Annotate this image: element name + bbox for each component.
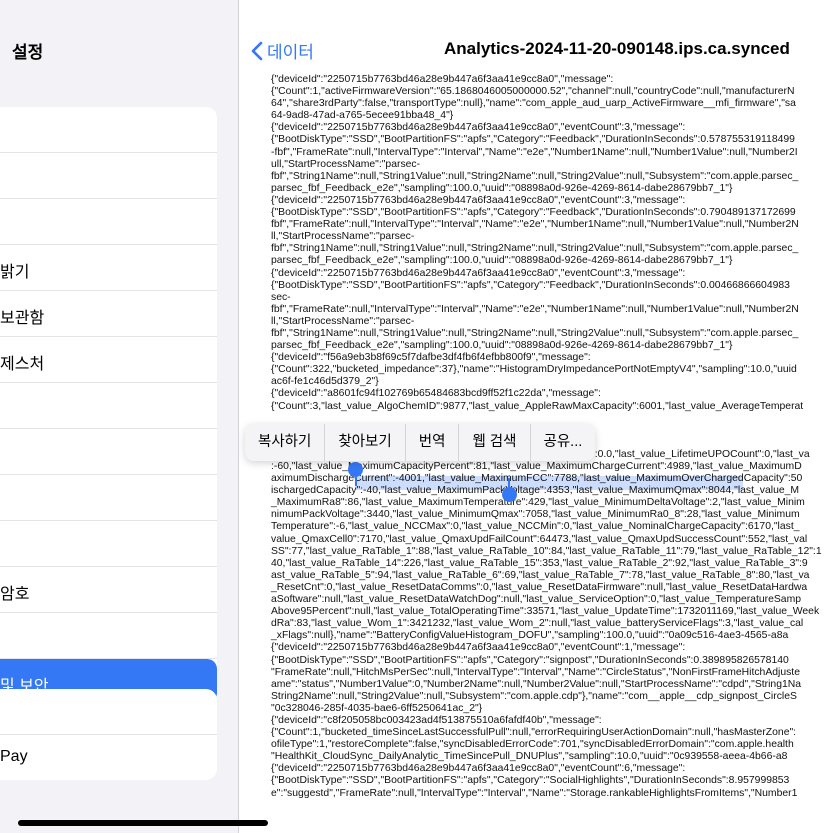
log-line: {"deviceId":"2250715b7763bd46a28e9b447a6… (271, 642, 686, 654)
home-indicator[interactable] (18, 820, 268, 826)
selection-end-handle[interactable] (502, 487, 517, 502)
sidebar-item-apple-pay[interactable]: Pay (0, 735, 217, 780)
selection-start-handle[interactable] (348, 462, 363, 477)
log-line: {"deviceId":"2250715b7763bd46a28e9b447a6… (271, 74, 614, 85)
sidebar-title: 설정 (12, 43, 44, 62)
menu-look-up[interactable]: 찾아보기 (325, 424, 406, 461)
log-line: {"BootDiskType":"SSD","BootPartitionFS":… (271, 775, 790, 787)
log-line: value_QmaxCell0":7170,"last_value_QmaxUp… (271, 533, 808, 545)
nav-bar: 데이터 Analytics-2024-11-20-090148.ips.ca.s… (239, 0, 833, 74)
log-line: ofileType":1,"restoreComplete":false,"sy… (271, 739, 794, 751)
log-line: fbf","FrameRate":null,"IntervalType":"In… (271, 303, 799, 315)
settings-group-2: Pay (0, 689, 217, 780)
sidebar-item-brightness[interactable]: 밝기 (0, 245, 217, 291)
log-line: {"Count":3,"last_value_AlgoChemID":9877,… (271, 400, 804, 412)
log-line: e":"suggestd","FrameRate":null,"Interval… (271, 787, 798, 799)
log-line: ac6f-fe1c46d5d379_2"} (271, 376, 379, 388)
log-line: {"deviceId":"2250715b7763bd46a28e9b447a6… (271, 122, 686, 134)
log-line: ll,"StartProcessName":"parsec- (271, 315, 415, 327)
log-line: "HealthKit_CloudSync_DailyAnalytic_TimeS… (271, 751, 788, 763)
sidebar-item-8[interactable] (0, 475, 217, 521)
back-label: 데이터 (267, 43, 314, 62)
settings-group-1: 밝기 보관함 제스처 암호 및 보안 (0, 107, 217, 704)
log-line: ull,"StartProcessName":"parsec- (271, 158, 421, 170)
log-line: "0c328046-285f-4035-bae6-6ff5250641ac_2"… (271, 702, 483, 714)
log-line: _xFlags":null},"name":"BatteryConfigValu… (271, 630, 789, 642)
chevron-left-icon (251, 41, 263, 60)
log-line: ame":"status","Number1Value":0,"Number2N… (271, 678, 802, 690)
log-line: {"deviceId":"2250715b7763bd46a28e9b447a6… (271, 763, 686, 775)
sidebar-item-0[interactable] (0, 107, 217, 153)
log-line: fbf","FrameRate":null,"IntervalType":"In… (271, 219, 799, 231)
log-line: -fbf","FrameRate":null,"IntervalType":"I… (271, 146, 798, 158)
detail-pane: 데이터 Analytics-2024-11-20-090148.ips.ca.s… (239, 0, 833, 833)
log-line: 64-9ad8-47ad-a765-5ecee91bba48_4"} (271, 110, 454, 122)
back-button[interactable]: 데이터 (251, 38, 314, 63)
log-line: Temperature":-6,"last_value_NCCMax":0,"l… (271, 521, 800, 533)
edit-menu: 복사하기 찾아보기 번역 웹 검색 공유... (245, 424, 596, 461)
log-line: "FrameRate":null,"HitchMsPerSec":null,"I… (271, 666, 800, 678)
log-line: Above95Percent":null,"last_value_TotalOp… (271, 606, 820, 618)
sidebar-item-6[interactable] (0, 383, 217, 429)
log-line: ast_value_RaTable_5":94,"last_value_RaTa… (271, 569, 810, 581)
log-line: _ResetCnt":0,"last_value_ResetDataComms"… (271, 581, 808, 593)
log-line: aSoftware":null,"last_value_ResetDataWat… (271, 594, 802, 606)
sidebar-item-7[interactable] (0, 429, 217, 475)
log-line: parsec_fbf_Feedback_e2e","sampling":100.… (271, 255, 733, 267)
log-line: fbf","String1Name":null,"String1Value":n… (271, 170, 799, 182)
log-line: parsec_fbf_Feedback_e2e","sampling":100.… (271, 340, 733, 352)
sidebar-item-9[interactable] (0, 521, 217, 567)
log-line: 64","share3rdParty":false,"transportType… (271, 98, 796, 110)
menu-share[interactable]: 공유... (531, 424, 596, 461)
log-line: {"deviceId":"f56a9eb3b8f69c5f7dafbe3df4f… (271, 352, 591, 364)
log-line: {"Count":1,"activeFirmwareVersion":"65.1… (271, 86, 795, 98)
log-line: 40,"last_value_RaTable_14":226,"last_val… (271, 557, 808, 569)
sidebar-item-2[interactable] (0, 199, 217, 245)
log-line: ischargedCapacity":-40,"last_value_Maxim… (271, 485, 800, 497)
log-line: ll,"StartProcessName":"parsec- (271, 231, 415, 243)
menu-translate[interactable]: 번역 (406, 424, 460, 461)
log-line: {"BootDiskType":"SSD","BootPartitionFS":… (271, 207, 796, 219)
settings-sidebar: 설정 밝기 보관함 제스처 암호 및 보안 Pay (0, 0, 239, 833)
sidebar-item-passcode[interactable]: 암호 (0, 567, 217, 613)
sidebar-item-storage[interactable]: 보관함 (0, 291, 217, 337)
log-line: String2Name":null,"String2Value":null,"S… (271, 690, 797, 702)
log-line: {"BootDiskType":"SSD","BootPartitionFS":… (271, 279, 790, 291)
log-line: nimumPackVoltage":3440,"last_value_Minim… (271, 509, 800, 521)
log-line: {"BootDiskType":"SSD","BootPartitionFS":… (271, 654, 789, 666)
menu-web-search[interactable]: 웹 검색 (459, 424, 531, 461)
log-line: sec- (271, 291, 291, 303)
log-line: {"Count":322,"bucketed_impedance":37},"n… (271, 364, 797, 376)
sidebar-item-1[interactable] (0, 153, 217, 199)
log-line: {"deviceId":"c8f205058bc003423ad4f513875… (271, 714, 602, 726)
sidebar-item-11[interactable] (0, 613, 217, 659)
log-line: {"deviceId":"a8601fc94f102769b65484683bc… (271, 388, 601, 400)
sidebar-item-gestures[interactable]: 제스처 (0, 337, 217, 383)
sidebar-item-wallet[interactable] (0, 689, 217, 735)
log-line: fbf","String1Name":null,"String1Value":n… (271, 243, 799, 255)
log-line: {"Count":1,"bucketed_timeSinceLastSucces… (271, 727, 797, 739)
menu-copy[interactable]: 복사하기 (245, 424, 326, 461)
log-line: SS":77,"last_value_RaTable_1":88,"last_v… (271, 545, 822, 557)
log-line: _MaximumRa8":86,"last_value_MaximumTempe… (271, 497, 805, 509)
log-line: dRa":83,"last_value_Wom_1":3421232,"last… (271, 618, 804, 630)
log-line: {"deviceId":"2250715b7763bd46a28e9b447a6… (271, 267, 686, 279)
log-line: {"deviceId":"2250715b7763bd46a28e9b447a6… (271, 194, 686, 206)
log-line: fbf","String1Name":null,"String1Value":n… (271, 327, 799, 339)
page-title: Analytics-2024-11-20-090148.ips.ca.synce… (444, 39, 790, 58)
log-line: {"BootDiskType":"SSD","BootPartitionFS":… (271, 134, 795, 146)
log-line: parsec_fbf_Feedback_e2e","sampling":100.… (271, 182, 733, 194)
